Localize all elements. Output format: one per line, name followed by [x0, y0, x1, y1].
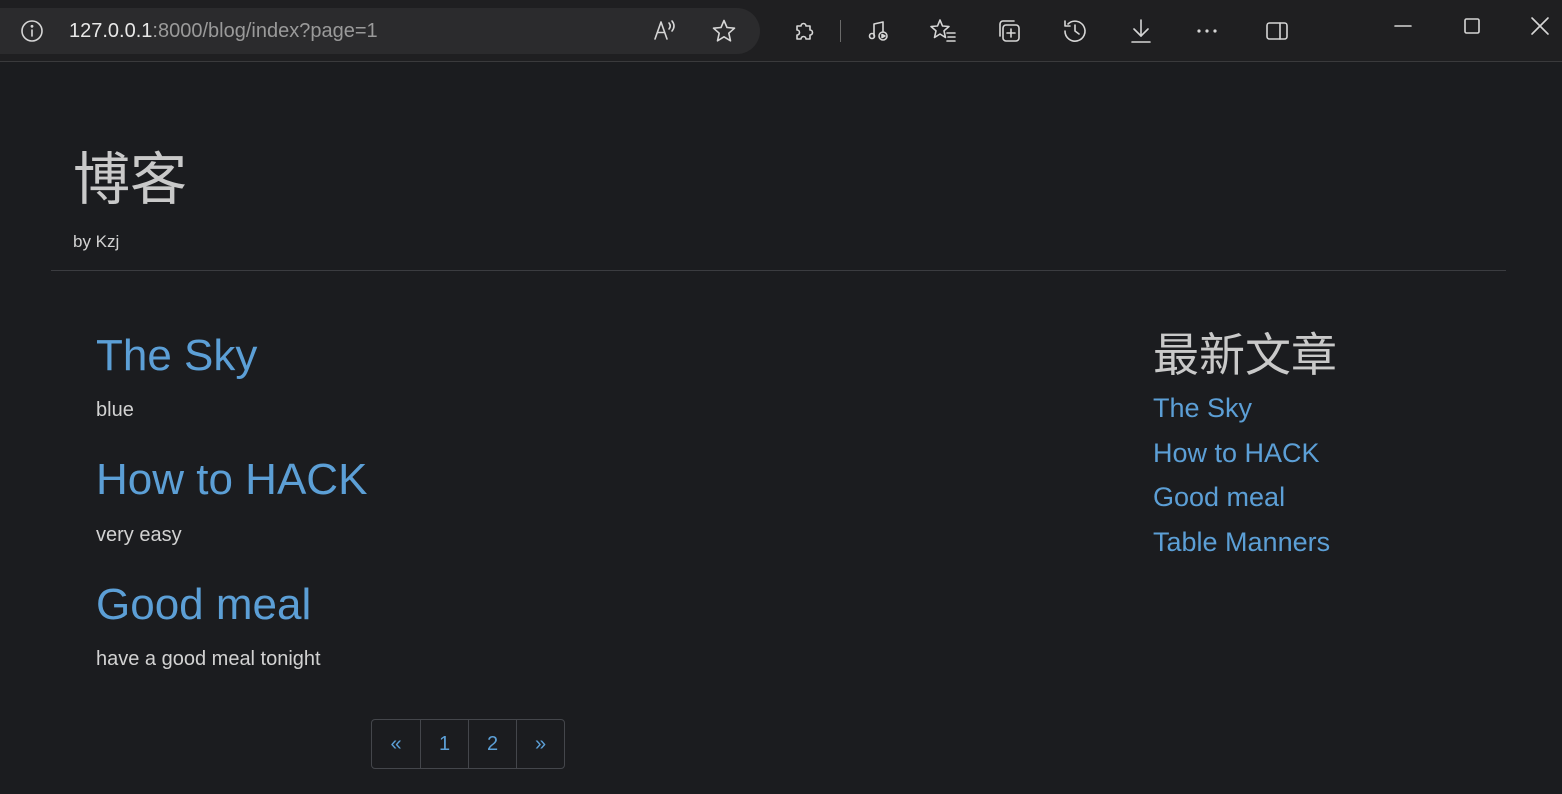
header-divider — [51, 270, 1506, 271]
pagination-next-button[interactable]: » — [516, 720, 564, 768]
star-icon[interactable] — [710, 17, 738, 45]
recent-post-link[interactable]: The Sky — [1153, 390, 1330, 435]
maximize-icon[interactable] — [1456, 10, 1488, 42]
pagination-page-1[interactable]: 1 — [420, 720, 468, 768]
media-control-icon[interactable] — [862, 15, 894, 47]
site-title: 博客 — [73, 148, 187, 212]
sidebar-title: 最新文章 — [1153, 329, 1337, 381]
recent-post-link[interactable]: Good meal — [1153, 479, 1330, 524]
info-icon[interactable] — [20, 19, 44, 43]
pagination: « 1 2 » — [371, 719, 565, 769]
post-summary: blue — [96, 399, 134, 421]
recent-posts-list: The Sky How to HACK Good meal Table Mann… — [1153, 390, 1330, 569]
url-host: 127.0.0.1 — [69, 20, 153, 42]
sidebar-icon[interactable] — [1261, 15, 1293, 47]
history-icon[interactable] — [1059, 15, 1091, 47]
read-aloud-icon[interactable] — [651, 17, 679, 45]
minimize-icon[interactable] — [1387, 10, 1419, 42]
recent-post-link[interactable]: How to HACK — [1153, 435, 1330, 480]
post-summary: very easy — [96, 524, 182, 546]
url-text[interactable]: 127.0.0.1:8000/blog/index?page=1 — [69, 20, 378, 42]
close-icon[interactable] — [1524, 10, 1556, 42]
download-icon[interactable] — [1125, 15, 1157, 47]
url-path: :8000/blog/index?page=1 — [152, 20, 378, 42]
post-title-link[interactable]: The Sky — [96, 331, 257, 381]
pagination-page-2[interactable]: 2 — [468, 720, 516, 768]
site-byline: by Kzj — [73, 232, 120, 251]
browser-toolbar: 127.0.0.1:8000/blog/index?page=1 — [0, 0, 1562, 62]
recent-post-link[interactable]: Table Manners — [1153, 524, 1330, 569]
address-bar[interactable]: 127.0.0.1:8000/blog/index?page=1 — [0, 8, 760, 54]
more-icon[interactable] — [1191, 15, 1223, 47]
pagination-prev-button[interactable]: « — [372, 720, 420, 768]
collections-icon[interactable] — [993, 15, 1025, 47]
post-title-link[interactable]: How to HACK — [96, 455, 367, 505]
post-summary: have a good meal tonight — [96, 648, 321, 670]
post-title-link[interactable]: Good meal — [96, 580, 311, 630]
favorites-list-icon[interactable] — [927, 15, 959, 47]
puzzle-icon[interactable] — [789, 15, 821, 47]
toolbar-divider — [840, 20, 841, 42]
